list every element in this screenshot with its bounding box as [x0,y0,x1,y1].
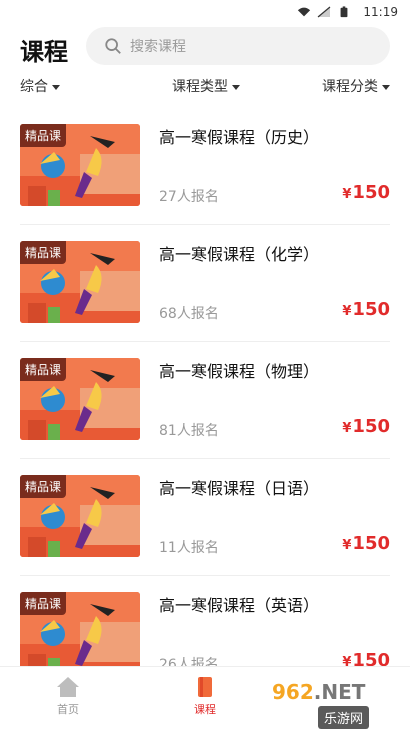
caret-down-icon [52,84,60,90]
filter-overall[interactable]: 综合 [20,76,60,96]
course-title: 高一寒假课程（英语） [159,596,320,615]
book-icon [198,677,212,697]
watermark-number: 962 [272,680,314,704]
premium-badge: 精品课 [20,124,67,147]
course-thumbnail: 精品课 [20,592,140,674]
search-input[interactable]: 搜索课程 [86,27,390,65]
course-thumbnail: 精品课 [20,358,140,440]
battery-icon [340,6,348,18]
course-title: 高一寒假课程（化学） [159,245,320,264]
currency-symbol: ¥ [342,421,352,436]
course-title: 高一寒假课程（历史） [159,128,320,147]
clock: 11:19 [363,5,398,19]
enroll-count: 27人报名 [159,189,219,205]
status-bar: 11:19 [0,0,410,24]
watermark-wordmark: 962.NET [272,680,365,704]
course-thumbnail: 精品课 [20,475,140,557]
course-thumbnail: 精品课 [20,241,140,323]
price-value: 150 [352,416,390,437]
price-value: 150 [352,299,390,320]
nav-home-label: 首页 [57,703,79,716]
course-title: 高一寒假课程（物理） [159,362,320,381]
course-thumbnail: 精品课 [20,124,140,206]
course-price: ¥150 [342,416,390,437]
course-title: 高一寒假课程（日语） [159,479,320,498]
course-item[interactable]: 精品课 高一寒假课程（日语） 11人报名 ¥150 [20,459,390,576]
signal-icon [318,6,331,18]
currency-symbol: ¥ [342,304,352,319]
nav-courses-label: 课程 [194,703,216,716]
course-price: ¥150 [342,182,390,203]
premium-badge: 精品课 [20,241,67,264]
nav-courses[interactable]: 课程 [175,675,235,717]
course-item[interactable]: 精品课 高一寒假课程（历史） 27人报名 ¥150 [20,108,390,225]
search-placeholder: 搜索课程 [130,39,186,55]
filter-bar: 综合 课程类型 课程分类 [0,76,410,100]
currency-symbol: ¥ [342,187,352,202]
wifi-icon [298,7,311,17]
caret-down-icon [232,84,240,90]
nav-home[interactable]: 首页 [38,675,98,717]
course-price: ¥150 [342,299,390,320]
price-value: 150 [352,182,390,203]
course-price: ¥150 [342,533,390,554]
premium-badge: 精品课 [20,358,67,381]
caret-down-icon [382,84,390,90]
filter-label: 课程类型 [172,79,228,95]
watermark-logo: 962.NET 乐游网 [272,680,404,729]
course-list: 精品课 高一寒假课程（历史） 27人报名 ¥150 精品课 高一寒假课程（化学）… [0,108,410,693]
page-title: 课程 [20,38,68,66]
price-value: 150 [352,533,390,554]
watermark-net: .NET [313,680,366,704]
search-icon [105,38,121,54]
premium-badge: 精品课 [20,592,67,615]
enroll-count: 68人报名 [159,306,219,322]
course-item[interactable]: 精品课 高一寒假课程（化学） 68人报名 ¥150 [20,225,390,342]
filter-label: 课程分类 [322,79,378,95]
watermark-sub: 乐游网 [318,706,370,729]
filter-label: 综合 [20,79,48,95]
enroll-count: 81人报名 [159,423,219,439]
filter-course-category[interactable]: 课程分类 [322,76,390,96]
header: 课程 搜索课程 [0,24,410,70]
premium-badge: 精品课 [20,475,67,498]
enroll-count: 11人报名 [159,540,219,556]
filter-course-type[interactable]: 课程类型 [172,76,240,96]
course-item[interactable]: 精品课 高一寒假课程（物理） 81人报名 ¥150 [20,342,390,459]
currency-symbol: ¥ [342,538,352,553]
home-icon [57,677,79,697]
